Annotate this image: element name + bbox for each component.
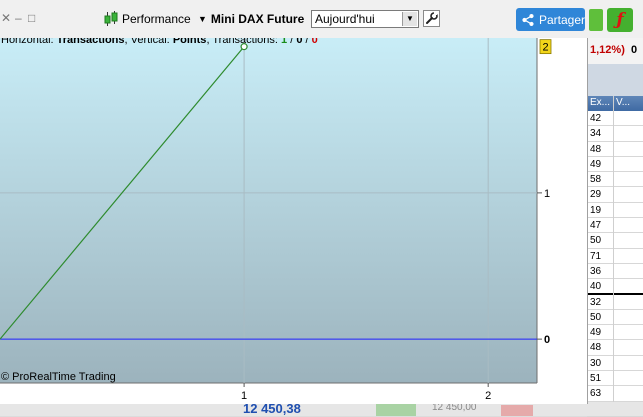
table-row: 48 (587, 340, 643, 356)
chart-type-label: Performance (122, 12, 191, 26)
close-icon[interactable]: ✕ (1, 11, 11, 25)
table-row: 63 (587, 386, 643, 402)
dropdown-arrow-icon[interactable]: ▼ (402, 12, 417, 26)
restore-icon[interactable]: □ (28, 11, 35, 25)
table-row: 50 (587, 233, 643, 249)
background-band (587, 64, 643, 96)
period-selected: Aujourd'hui (315, 12, 375, 26)
background-bottom-strip (0, 402, 643, 416)
share-label: Partager (538, 12, 585, 27)
y-tick-label: 0 (544, 334, 550, 346)
quote-change-percent: 1,12%) (590, 44, 625, 56)
last-value-label: 2 (542, 42, 548, 54)
bottom-red-cell (501, 405, 533, 416)
table-row: 36 (587, 263, 643, 280)
y-tick-label: 1 (544, 188, 550, 200)
header-exchange[interactable]: Ex... (590, 97, 610, 108)
order-book-table: 4234484958291947507136403250494830516310… (587, 111, 643, 417)
column-divider (613, 96, 614, 416)
table-row: 71 (587, 248, 643, 264)
table-row: 42 (587, 111, 643, 127)
minimize-icon[interactable]: – (15, 11, 22, 25)
copyright-text: © ProRealTime Trading (1, 371, 116, 383)
function-icon[interactable]: ƒ (607, 8, 633, 32)
plot-area (0, 32, 537, 383)
bottom-green-cell (376, 404, 416, 416)
instrument-label: Mini DAX Future (210, 12, 305, 26)
share-icon (522, 13, 534, 26)
indicator-button[interactable] (589, 9, 603, 31)
table-row: 48 (587, 141, 643, 157)
share-button[interactable]: Partager (516, 8, 585, 31)
table-row: 49 (587, 325, 643, 341)
table-row: 34 (587, 126, 643, 142)
table-row: 32 (587, 294, 643, 310)
x-tick-label: 2 (485, 390, 491, 402)
caret-down-icon: ▼ (198, 14, 207, 24)
table-row: 47 (587, 218, 643, 234)
performance-chart: 1 2 0 1 2 (0, 32, 587, 404)
wrench-icon (426, 12, 438, 24)
instrument-selector[interactable]: ▼ Mini DAX Future (198, 10, 304, 28)
table-row: 49 (587, 156, 643, 173)
y-axis-area (537, 32, 587, 404)
candlestick-icon (104, 11, 118, 26)
table-row: 30 (587, 355, 643, 372)
x-tick-label: 1 (241, 390, 247, 402)
window-toolbar: ✕ – □ Performance ▼ Mini DAX Future Aujo… (0, 0, 643, 38)
order-book-header[interactable]: Ex... V... (587, 96, 643, 111)
x-axis-area (0, 383, 537, 404)
quote-change-zero: 0 (631, 44, 638, 56)
table-row: 29 (587, 187, 643, 203)
chart-type-button[interactable]: Performance (104, 10, 191, 28)
table-row: 19 (587, 202, 643, 219)
settings-button[interactable] (423, 10, 440, 27)
table-row: 40 (587, 279, 643, 295)
performance-window: 12012 Horizontal: Transactions, Vertical… (0, 0, 588, 404)
period-select[interactable]: Aujourd'hui ▼ (311, 10, 419, 28)
table-row: 50 (587, 309, 643, 326)
table-row: 51 (587, 371, 643, 387)
header-volume[interactable]: V... (616, 97, 630, 108)
table-row: 58 (587, 172, 643, 188)
